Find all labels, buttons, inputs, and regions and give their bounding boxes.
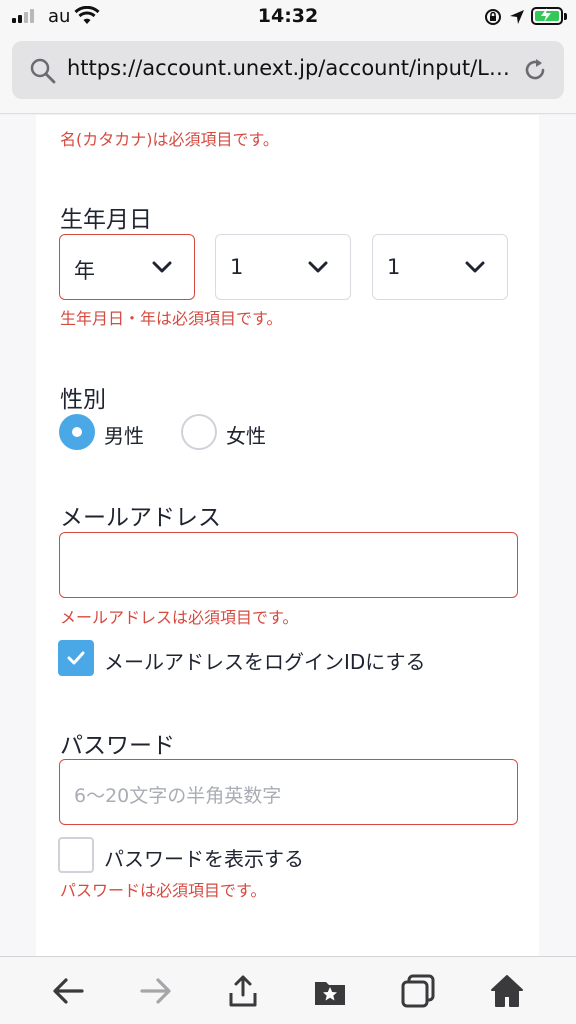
rotation-lock-icon bbox=[485, 9, 501, 25]
password-field[interactable]: 6〜20文字の半角英数字 bbox=[59, 759, 518, 825]
share-icon[interactable] bbox=[225, 973, 261, 1009]
password-placeholder: 6〜20文字の半角英数字 bbox=[74, 785, 282, 807]
status-bar: au 14:32 bbox=[0, 0, 576, 34]
use-email-as-login-label[interactable]: メールアドレスをログインIDにする bbox=[104, 646, 426, 675]
chevron-down-icon bbox=[152, 261, 172, 273]
gender-label: 性別 bbox=[60, 387, 106, 413]
gender-female-label[interactable]: 女性 bbox=[226, 420, 266, 449]
show-password-checkbox[interactable] bbox=[58, 837, 94, 873]
search-icon bbox=[30, 58, 56, 84]
birth-year-value: 年 bbox=[74, 259, 95, 283]
password-error: パスワードは必須項目です。 bbox=[60, 881, 267, 900]
gender-male-label[interactable]: 男性 bbox=[104, 420, 144, 449]
tabs-icon[interactable] bbox=[400, 973, 436, 1009]
browser-address-area: https://account.unext.jp/account/input/L… bbox=[0, 34, 576, 114]
reload-icon[interactable] bbox=[521, 56, 549, 84]
email-error: メールアドレスは必須項目です。 bbox=[60, 608, 299, 627]
browser-toolbar bbox=[0, 956, 576, 1024]
birth-month-value: 1 bbox=[230, 255, 244, 279]
kana-first-name-error: 名(カタカナ)は必須項目です。 bbox=[60, 130, 279, 149]
back-icon[interactable] bbox=[50, 973, 86, 1009]
location-icon bbox=[510, 10, 524, 24]
birth-day-select[interactable]: 1 bbox=[372, 234, 508, 300]
gender-female-radio[interactable] bbox=[181, 414, 217, 450]
birth-year-select[interactable]: 年 bbox=[59, 234, 195, 300]
birthdate-label: 生年月日 bbox=[60, 207, 152, 233]
chevron-down-icon bbox=[308, 261, 328, 273]
checkmark-icon bbox=[67, 651, 85, 665]
birthdate-error: 生年月日・年は必須項目です。 bbox=[60, 309, 283, 328]
url-text[interactable]: https://account.unext.jp/account/input/L… bbox=[67, 56, 512, 80]
show-password-label[interactable]: パスワードを表示する bbox=[104, 843, 304, 872]
email-label: メールアドレス bbox=[60, 505, 221, 531]
email-field[interactable] bbox=[59, 532, 518, 598]
use-email-as-login-checkbox[interactable] bbox=[58, 640, 94, 676]
address-bar[interactable]: https://account.unext.jp/account/input/L… bbox=[12, 41, 564, 99]
forward-icon[interactable] bbox=[138, 973, 174, 1009]
birth-month-select[interactable]: 1 bbox=[215, 234, 351, 300]
birth-day-value: 1 bbox=[387, 255, 401, 279]
chevron-down-icon bbox=[465, 261, 485, 273]
password-label: パスワード bbox=[60, 733, 175, 759]
gender-male-radio[interactable] bbox=[59, 414, 95, 450]
home-icon[interactable] bbox=[489, 973, 525, 1009]
bookmarks-icon[interactable] bbox=[312, 973, 348, 1009]
battery-icon bbox=[531, 7, 567, 25]
